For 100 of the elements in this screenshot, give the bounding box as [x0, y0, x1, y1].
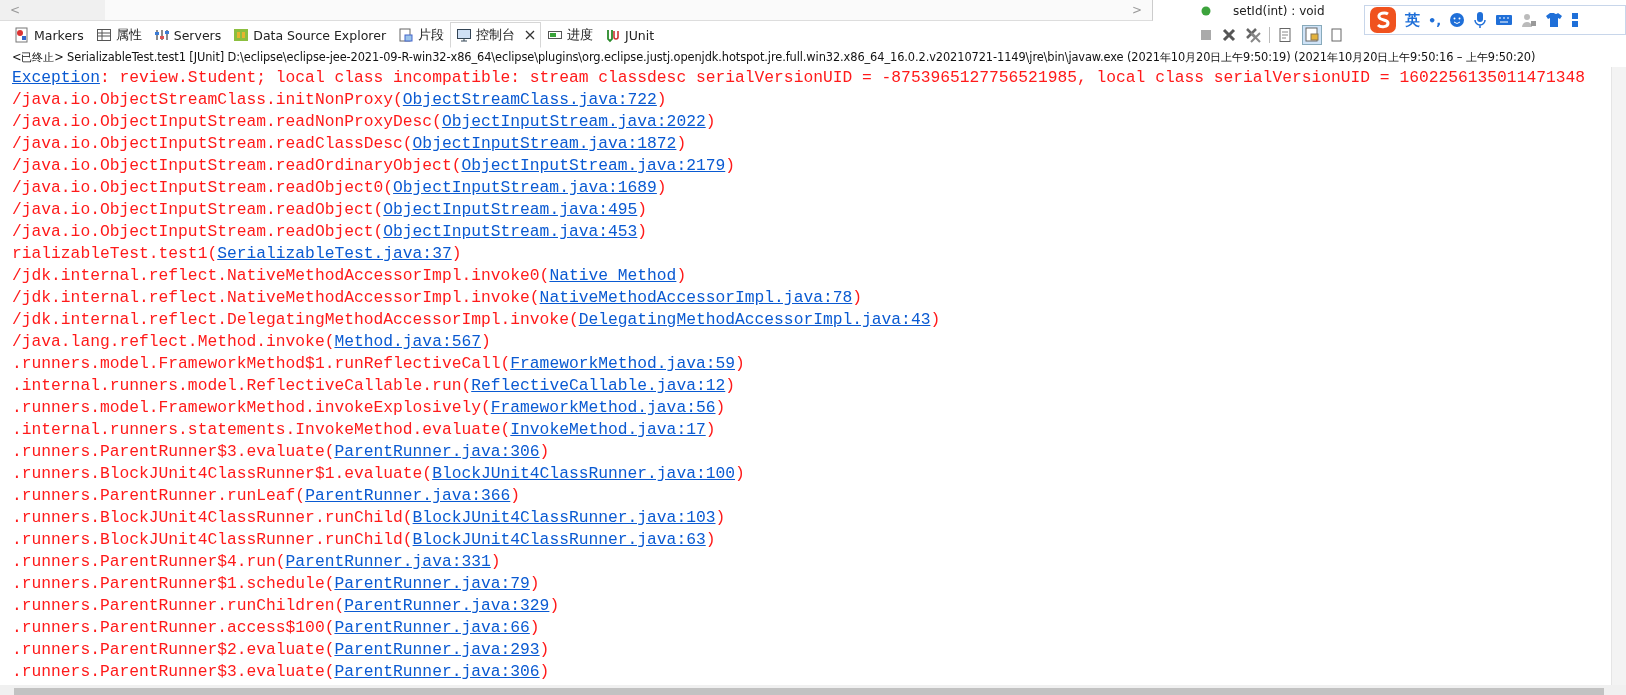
- closing-paren: ): [529, 618, 540, 637]
- stack-frame: /java.io.ObjectInputStream.readObject0(: [12, 178, 394, 197]
- source-link[interactable]: ParentRunner.java:329: [344, 596, 550, 615]
- closing-paren: ): [705, 420, 716, 439]
- marker-icon: [14, 27, 30, 43]
- source-link[interactable]: ObjectInputStream.java:2022: [441, 112, 706, 131]
- monitor-icon: [456, 27, 473, 43]
- source-link[interactable]: ParentRunner.java:66: [334, 618, 530, 637]
- stack-frame: .internal.runners.model.ReflectiveCallable.run(: [12, 376, 472, 395]
- closing-paren: ): [637, 222, 648, 241]
- source-link[interactable]: BlockJUnit4ClassRunner.java:103: [412, 508, 716, 527]
- stack-frame: /java.io.ObjectInputStream.readNonProxyDesc(: [12, 112, 442, 131]
- horizontal-scrollbar[interactable]: [0, 685, 1626, 695]
- stack-frame: /java.io.ObjectInputStream.readObject(: [12, 222, 384, 241]
- closing-paren: ): [451, 244, 462, 263]
- source-link[interactable]: ObjectStreamClass.java:722: [402, 90, 657, 109]
- stack-frame: .runners.BlockJUnit4ClassRunner$1.evaluate(: [12, 464, 433, 483]
- stack-frame: /java.io.ObjectInputStream.readObject(: [12, 200, 384, 219]
- scroll-lock-icon[interactable]: [1302, 25, 1322, 45]
- stack-frame: .runners.model.FrameworkMethod.invokeExplosively(: [12, 398, 491, 417]
- stack-frame: /jdk.internal.reflect.DelegatingMethodAccessorImpl.invoke(: [12, 310, 579, 329]
- view-tab[interactable]: Data Source Explorer: [227, 22, 393, 48]
- source-link[interactable]: ParentRunner.java:79: [334, 574, 530, 593]
- source-link[interactable]: ParentRunner.java:366: [305, 486, 511, 505]
- exception-link[interactable]: Exception: [12, 68, 100, 87]
- view-tab[interactable]: 进度: [541, 22, 600, 48]
- source-link[interactable]: ObjectInputStream.java:1872: [412, 134, 677, 153]
- source-link[interactable]: ParentRunner.java:331: [285, 552, 491, 571]
- closing-paren: ): [735, 354, 745, 373]
- smiley-icon[interactable]: [1449, 12, 1466, 28]
- closing-paren: ): [852, 288, 863, 307]
- view-tab[interactable]: 属性: [89, 22, 148, 48]
- source-link[interactable]: ObjectInputStream.java:453: [383, 222, 638, 241]
- ime-logo-icon[interactable]: [1369, 6, 1397, 34]
- user-icon[interactable]: [1521, 12, 1538, 28]
- source-link[interactable]: SerializableTest.java:37: [217, 244, 452, 263]
- junit-icon: [605, 27, 622, 43]
- view-tab[interactable]: 片段: [392, 22, 451, 48]
- closing-paren: ): [510, 486, 521, 505]
- closing-paren: ): [539, 442, 550, 461]
- view-tab[interactable]: JUnit: [599, 22, 661, 48]
- keyboard-icon[interactable]: [1495, 13, 1514, 27]
- vertical-scrollbar[interactable]: [1611, 67, 1626, 685]
- console-header: <已终止> SerializableTest.test1 [JUnit] D:\eclipse\eclipse-jee-2021-09-R-win32-x86_64\eclipse\plugins\org.eclipse.justj.openjdk.hotspot.jre.full.win32.x86_64_16.0.2.v20210721-1149\jre\bin\javaw.exe (2021年10月20日上午9:50:19) (2021年10月20日上午9:50:16 – 上午9:50:20): [11, 49, 1537, 66]
- stack-frame: .internal.runners.statements.InvokeMethod.evaluate(: [12, 420, 511, 439]
- closing-paren: ): [481, 332, 491, 351]
- stack-frame: .runners.ParentRunner$3.evaluate(: [12, 442, 335, 461]
- closing-paren: ): [637, 200, 648, 219]
- closing-paren: ): [676, 134, 687, 153]
- closing-paren: ): [656, 178, 667, 197]
- snippets-icon: [398, 27, 415, 43]
- stack-frame: .runners.ParentRunner.runLeaf(: [12, 486, 306, 505]
- closing-paren: ): [705, 530, 716, 549]
- source-link[interactable]: InvokeMethod.java:17: [510, 420, 706, 439]
- source-link[interactable]: DelegatingMethodAccessorImpl.java:43: [578, 310, 931, 329]
- source-link[interactable]: FrameworkMethod.java:56: [490, 398, 716, 417]
- microphone-icon[interactable]: [1473, 11, 1488, 29]
- source-link[interactable]: FrameworkMethod.java:59: [510, 354, 735, 373]
- error-message: : review.Student; local class incompatible: stream classdesc serialVersionUID = -8753965127756521985, local class serialVersionUID = 1602256135011471348: [99, 68, 1586, 87]
- stack-frame: /java.lang.reflect.Method.invoke(: [12, 332, 335, 351]
- view-tab[interactable]: Servers: [147, 22, 228, 48]
- closing-paren: ): [539, 640, 550, 659]
- source-link[interactable]: ReflectiveCallable.java:12: [471, 376, 726, 395]
- document-icon[interactable]: [1278, 27, 1294, 43]
- source-link[interactable]: ParentRunner.java:293: [334, 640, 540, 659]
- source-link[interactable]: ObjectInputStream.java:1689: [393, 178, 657, 197]
- remove-all-icon[interactable]: [1245, 27, 1261, 43]
- stack-frame: /java.io.ObjectInputStream.readOrdinaryObject(: [12, 156, 462, 175]
- closing-paren: ): [549, 596, 560, 615]
- source-link[interactable]: NativeMethodAccessorImpl.java:78: [539, 288, 853, 307]
- stack-frame: .runners.ParentRunner$3.evaluate(: [12, 662, 335, 681]
- stack-frame: /java.io.ObjectStreamClass.initNonProxy(: [12, 90, 403, 109]
- source-link[interactable]: ObjectInputStream.java:2179: [461, 156, 726, 175]
- outline-item[interactable]: setId(int) : void: [1233, 3, 1325, 18]
- source-link[interactable]: BlockJUnit4ClassRunner.java:100: [432, 464, 735, 483]
- closing-paren: ): [529, 574, 540, 593]
- stack-frame: .runners.ParentRunner$1.schedule(: [12, 574, 335, 593]
- closing-paren: ): [735, 464, 745, 483]
- source-link[interactable]: ParentRunner.java:306: [334, 662, 540, 681]
- source-link[interactable]: ParentRunner.java:306: [334, 442, 540, 461]
- close-icon[interactable]: [525, 30, 536, 40]
- view-tab[interactable]: 控制台: [450, 22, 542, 48]
- method-icon: [1201, 5, 1211, 16]
- closing-paren: ): [490, 552, 501, 571]
- stack-frame: rializableTest.test1(: [12, 244, 218, 263]
- ime-mode[interactable]: 英: [1405, 10, 1420, 30]
- remove-icon[interactable]: [1221, 27, 1237, 43]
- table-icon: [95, 27, 112, 43]
- stack-frame: .runners.ParentRunner.runChildren(: [12, 596, 345, 615]
- source-link[interactable]: Native Method: [549, 266, 677, 285]
- source-link[interactable]: BlockJUnit4ClassRunner.java:63: [412, 530, 706, 549]
- source-link[interactable]: ObjectInputStream.java:495: [383, 200, 638, 219]
- closing-paren: ): [715, 508, 726, 527]
- ime-punctuation[interactable]: •,: [1428, 12, 1442, 28]
- stack-frame: .runners.BlockJUnit4ClassRunner.runChild(: [12, 508, 413, 527]
- stack-frame: /jdk.internal.reflect.NativeMethodAccessorImpl.invoke0(: [12, 266, 550, 285]
- view-tab[interactable]: Markers: [8, 22, 90, 48]
- stack-frame: .runners.ParentRunner$4.run(: [12, 552, 286, 571]
- shirt-icon[interactable]: [1545, 12, 1564, 28]
- source-link[interactable]: Method.java:567: [334, 332, 481, 351]
